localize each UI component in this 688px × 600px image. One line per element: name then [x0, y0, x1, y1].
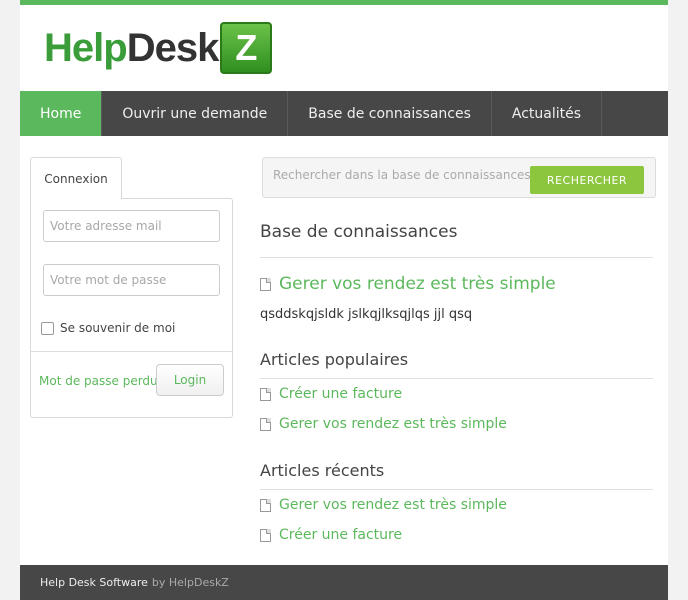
recent-article-1-label: Gerer vos rendez est très simple [279, 497, 507, 513]
recent-divider [260, 489, 653, 490]
nav-knowledge-base[interactable]: Base de connaissances [288, 91, 492, 136]
search-input[interactable]: Rechercher dans la base de connaissances [273, 168, 531, 182]
search-bar: Rechercher dans la base de connaissances… [262, 157, 656, 198]
popular-article-1[interactable]: Créer une facture [260, 386, 402, 402]
nav-news[interactable]: Actualités [492, 91, 603, 136]
remember-checkbox[interactable] [41, 321, 54, 335]
popular-divider [260, 378, 653, 379]
tab-connexion[interactable]: Connexion [30, 157, 122, 199]
kb-heading: Base de connaissances [260, 222, 458, 242]
main-nav: Home Ouvrir une demande Base de connaiss… [20, 91, 668, 136]
document-icon [260, 277, 271, 291]
featured-article-desc: qsddskqjsldk jslkqjlksqjlqs jjl qsq [260, 307, 473, 322]
page: Help Desk Z Home Ouvrir une demande Base… [20, 0, 668, 600]
login-divider [31, 351, 232, 352]
logo-desk-text: Desk [126, 25, 220, 70]
recent-article-2-label: Créer une facture [279, 527, 403, 543]
footer: Help Desk Software by HelpDeskZ [20, 565, 668, 600]
featured-article-link[interactable]: Gerer vos rendez est très simple [260, 274, 556, 294]
lost-password-link[interactable]: Mot de passe perdu [39, 374, 158, 388]
nav-home[interactable]: Home [20, 91, 103, 136]
email-field[interactable] [43, 210, 220, 242]
recent-article-2[interactable]: Créer une facture [260, 527, 402, 543]
nav-open-request[interactable]: Ouvrir une demande [102, 91, 289, 136]
password-field[interactable] [43, 264, 220, 296]
popular-article-2-label: Gerer vos rendez est très simple [279, 416, 507, 432]
popular-article-2[interactable]: Gerer vos rendez est très simple [260, 416, 507, 432]
footer-credit[interactable]: by HelpDeskZ [152, 576, 229, 589]
footer-main-text: Help Desk Software [40, 576, 148, 589]
login-button[interactable]: Login [156, 364, 224, 396]
logo-z-badge: Z [220, 22, 273, 74]
top-accent-bar [20, 0, 668, 5]
recent-heading: Articles récents [260, 461, 385, 480]
remember-me[interactable]: Se souvenir de moi [41, 321, 175, 335]
document-icon [260, 417, 271, 431]
logo[interactable]: Help Desk Z [44, 20, 273, 76]
popular-heading: Articles populaires [260, 350, 409, 369]
featured-article-title: Gerer vos rendez est très simple [279, 274, 556, 294]
document-icon [260, 528, 271, 542]
logo-help-text: Help [44, 25, 128, 70]
document-icon [260, 387, 271, 401]
search-button[interactable]: RECHERCHER [530, 166, 644, 194]
document-icon [260, 498, 271, 512]
kb-divider [260, 257, 653, 258]
remember-label: Se souvenir de moi [60, 321, 176, 335]
popular-article-1-label: Créer une facture [279, 386, 403, 402]
recent-article-1[interactable]: Gerer vos rendez est très simple [260, 497, 507, 513]
login-panel: Se souvenir de moi Mot de passe perdu Lo… [30, 198, 233, 418]
